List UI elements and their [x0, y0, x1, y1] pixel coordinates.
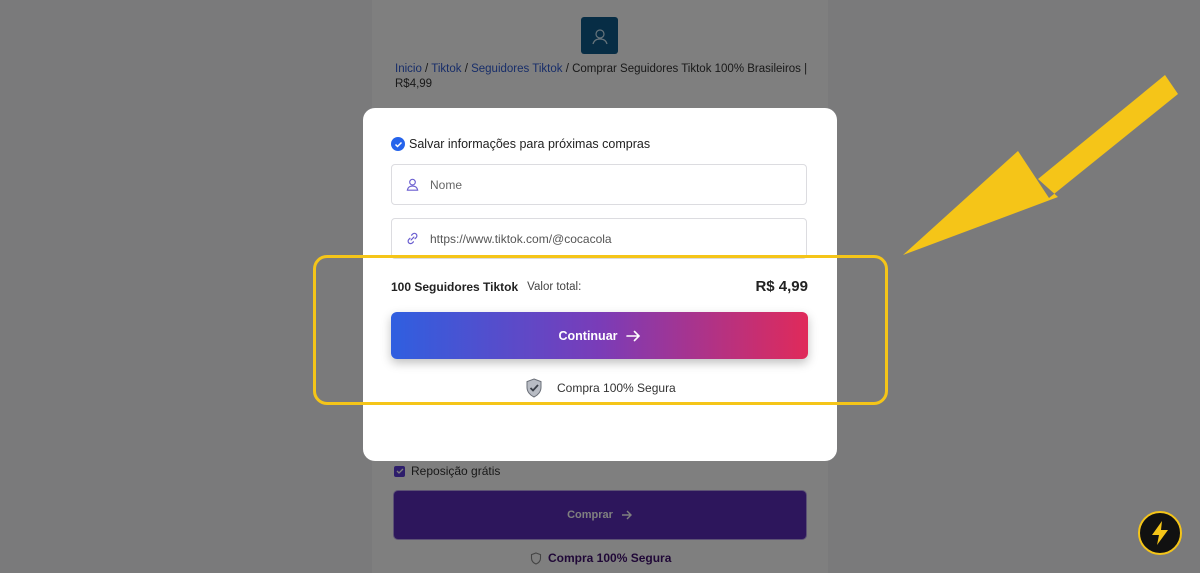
annotation-arrow-icon	[903, 75, 1178, 255]
user-icon	[394, 177, 430, 192]
name-field[interactable]	[391, 164, 807, 205]
check-circle-icon[interactable]	[391, 137, 405, 151]
profile-url-input[interactable]	[430, 231, 790, 246]
lightning-button[interactable]	[1138, 511, 1182, 555]
save-info-label: Salvar informações para próximas compras	[409, 137, 651, 151]
save-info-checkbox-row[interactable]: Salvar informações para próximas compras	[391, 137, 650, 151]
name-input[interactable]	[430, 177, 790, 192]
profile-url-field[interactable]	[391, 218, 807, 259]
lightning-icon	[1152, 521, 1168, 545]
highlight-annotation-box	[313, 255, 888, 405]
link-icon	[394, 231, 430, 246]
